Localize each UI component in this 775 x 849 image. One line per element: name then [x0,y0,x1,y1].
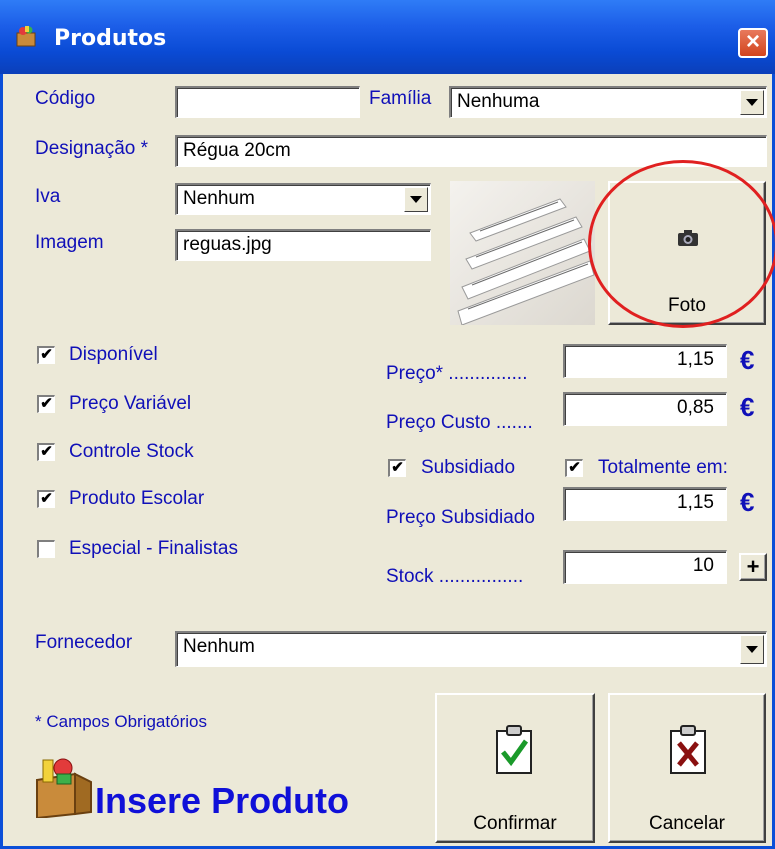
fornecedor-value: Nenhum [183,636,255,657]
especial-finalistas-label: Especial - Finalistas [69,538,238,559]
familia-select[interactable]: Nenhuma [449,86,767,118]
preco-label: Preço* ............... [386,363,528,384]
imagem-label: Imagem [35,232,104,253]
preco-euro: € [740,345,755,375]
codigo-input[interactable] [175,86,360,118]
fornecedor-select[interactable]: Nenhum [175,631,767,667]
stock-label: Stock ................ [386,566,524,587]
iva-label: Iva [35,186,61,207]
box-product-icon [36,758,92,818]
produtos-window: Produtos × Código Família Nenhuma Design… [0,0,775,849]
box-icon [16,26,36,47]
insere-produto-title: Insere Produto [95,780,350,821]
cancelar-label: Cancelar [648,813,726,834]
produto-escolar-checkbox[interactable]: ✔ [37,490,55,508]
totalmente-checkbox[interactable]: ✔ [565,459,583,477]
preco-custo-input[interactable]: 0,85 [563,392,727,426]
designacao-label: Designação * [35,138,149,159]
familia-dropdown-button[interactable] [740,90,764,115]
chevron-down-icon [410,196,422,203]
preco-subsidiado-input[interactable]: 1,15 [563,487,727,521]
fornecedor-dropdown-button[interactable] [740,635,764,664]
preco-subsidiado-label: Preço Subsidiado [386,507,535,528]
cancelar-button[interactable]: Cancelar [608,693,766,843]
preco-variavel-checkbox[interactable]: ✔ [37,395,55,413]
controle-stock-checkbox[interactable]: ✔ [37,443,55,461]
disponivel-label: Disponível [69,344,158,365]
preco-custo-label: Preço Custo ....... [386,412,533,433]
title-bar: Produtos × [0,0,775,74]
totalmente-label: Totalmente em: [598,457,728,478]
familia-value: Nenhuma [457,91,540,112]
product-image [450,181,595,325]
subsidiado-label: Subsidiado [421,457,516,478]
produto-escolar-label: Produto Escolar [69,488,205,509]
imagem-input[interactable]: reguas.jpg [175,229,431,261]
stock-input[interactable]: 10 [563,550,727,584]
preco-subsidiado-euro: € [740,487,755,517]
preco-custo-euro: € [740,392,755,422]
window-title: Produtos [54,26,167,51]
required-note: * Campos Obrigatórios [35,712,207,731]
iva-value: Nenhum [183,188,255,209]
close-button[interactable]: × [738,28,768,58]
controle-stock-label: Controle Stock [69,441,194,462]
subsidiado-checkbox[interactable]: ✔ [388,459,406,477]
familia-label: Família [369,88,432,109]
clipboard-x-icon [670,725,706,774]
chevron-down-icon [746,99,758,106]
especial-finalistas-checkbox[interactable] [37,540,55,558]
clipboard-check-icon [496,725,532,774]
stock-add-button[interactable]: + [739,553,767,581]
iva-select[interactable]: Nenhum [175,183,431,215]
confirmar-label: Confirmar [473,813,557,834]
confirmar-button[interactable]: Confirmar [435,693,595,843]
iva-dropdown-button[interactable] [404,187,428,212]
fornecedor-label: Fornecedor [35,632,133,653]
codigo-label: Código [35,88,96,109]
preco-input[interactable]: 1,15 [563,344,727,378]
rulers-illustration [457,198,595,325]
preco-variavel-label: Preço Variável [69,393,192,414]
disponivel-checkbox[interactable]: ✔ [37,346,55,364]
highlight-circle [588,160,775,328]
close-icon: × [745,28,760,55]
chevron-down-icon [746,646,758,653]
